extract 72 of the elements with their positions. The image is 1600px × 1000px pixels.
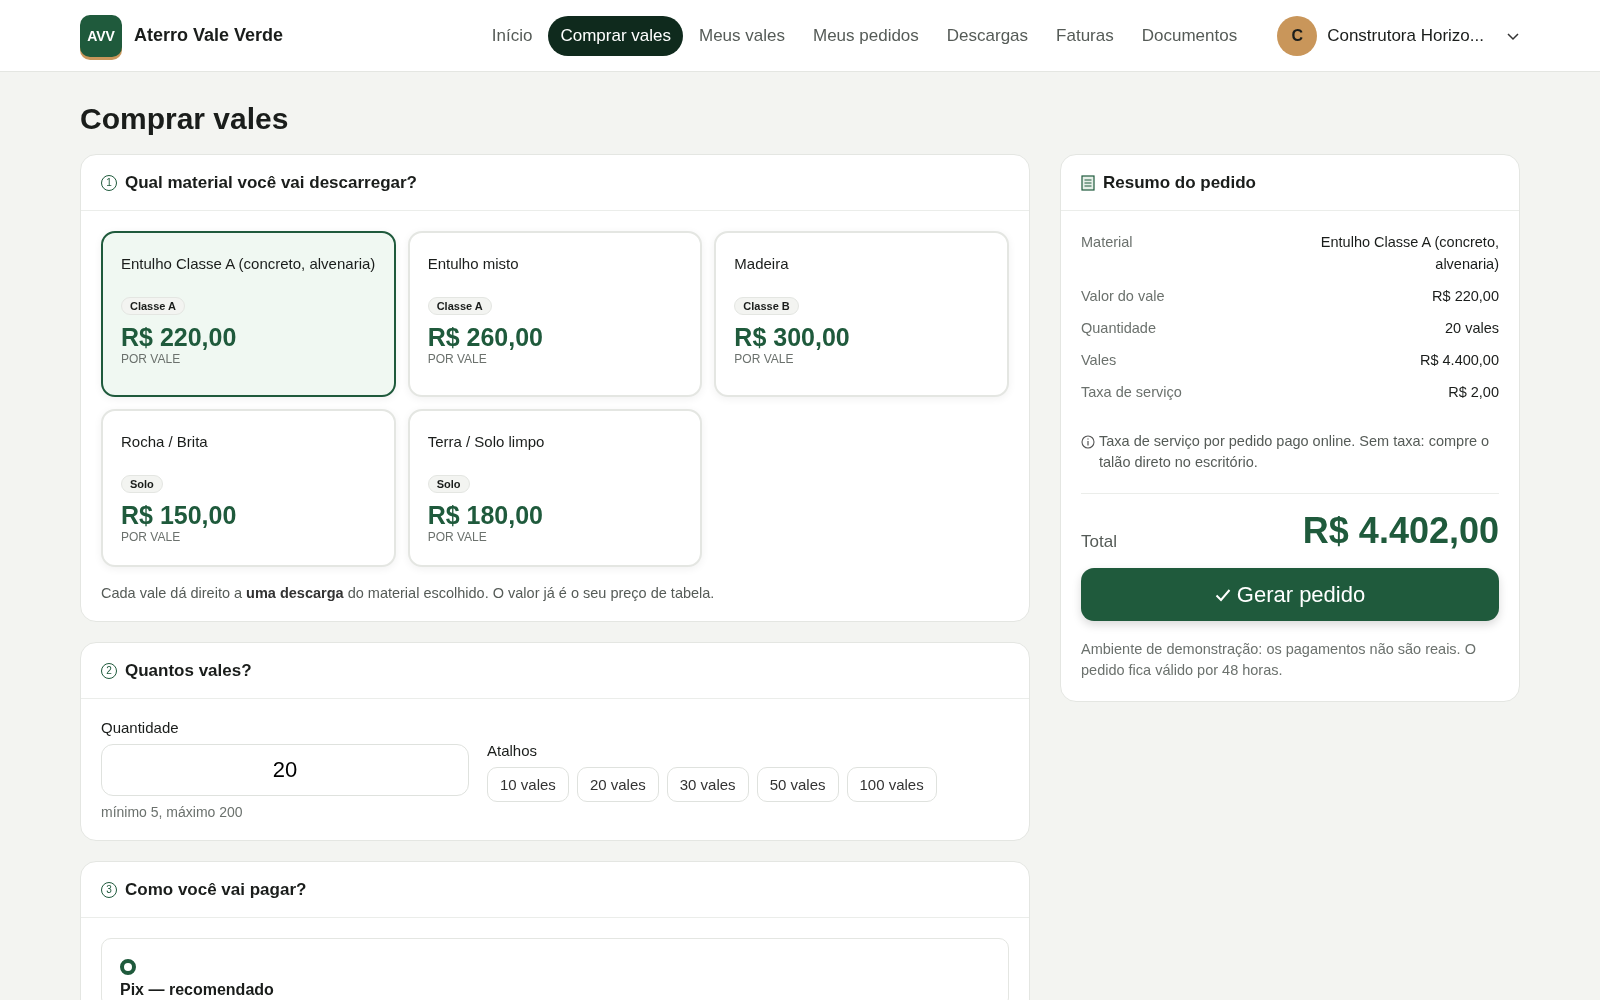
logo[interactable]: AVV	[80, 14, 122, 57]
nav-link[interactable]: Início	[479, 15, 545, 56]
shortcuts-label: Atalhos	[487, 742, 539, 759]
material-option[interactable]: Entulho misto Classe A R$ 260,00 POR VALE	[407, 231, 703, 397]
summary-value: R$ 2,00	[1448, 383, 1499, 402]
price: R$ 180,00	[427, 501, 545, 530]
section-title: Quantos vales?	[125, 660, 252, 681]
class-tag: Classe B	[734, 297, 799, 315]
shortcut-chip[interactable]: 30 vales	[666, 767, 749, 802]
field-label: Quantidade	[101, 719, 180, 736]
material-name: Madeira	[734, 254, 790, 274]
user-avatar[interactable]: C	[1277, 15, 1318, 56]
payment-label: Pix — recomendado	[120, 981, 275, 999]
total-amount: R$ 4.402,00	[1302, 510, 1499, 552]
price: R$ 150,00	[121, 501, 238, 530]
summary-label: Taxa de serviço	[1081, 383, 1182, 402]
shortcut-chip[interactable]: 10 vales	[487, 767, 569, 802]
summary-value: R$ 4.400,00	[1420, 351, 1499, 370]
section-title: Como você vai pagar?	[125, 879, 307, 900]
class-tag: Classe A	[427, 297, 492, 315]
field-hint: mínimo 5, máximo 200	[101, 804, 244, 820]
material-name: Entulho misto	[427, 254, 520, 274]
nav-link[interactable]: Meus vales	[687, 15, 797, 56]
page-title: Comprar vales	[80, 102, 290, 136]
section-title: Qual material você vai descarregar?	[125, 172, 417, 193]
shortcut-chip[interactable]: 20 vales	[576, 767, 659, 802]
nav-link[interactable]: Descargas	[934, 15, 1041, 56]
info-text: Taxa de serviço por pedido pago online. Sem taxa: compre o talão direto no escritório.	[1099, 432, 1491, 472]
summary-label: Quantidade	[1081, 319, 1156, 338]
nav-link[interactable]: Comprar vales	[548, 15, 683, 56]
class-tag: Solo	[427, 475, 470, 493]
material-option[interactable]: Entulho Classe A (concreto, alvenaria) Classe A R$ 220,00 POR VALE	[101, 231, 396, 397]
info-icon	[1081, 435, 1095, 449]
unit-label: POR VALE	[121, 530, 182, 544]
price: R$ 300,00	[734, 323, 851, 352]
payment-option[interactable]: Pix — recomendado	[101, 938, 1009, 1000]
nav-link[interactable]: Documentos	[1129, 15, 1250, 56]
summary-value: 20 vales	[1445, 319, 1499, 338]
total-label: Total	[1081, 532, 1117, 552]
brand-name: Aterro Vale Verde	[134, 25, 284, 46]
check-icon	[1214, 587, 1231, 602]
material-name: Entulho Classe A (concreto, alvenaria)	[121, 254, 376, 274]
generate-order-button[interactable]: Gerar pedido	[1081, 568, 1499, 621]
material-name: Terra / Solo limpo	[427, 432, 546, 452]
shortcut-chip[interactable]: 100 vales	[846, 767, 937, 802]
quantity-field[interactable]: 20	[101, 744, 469, 796]
summary-title: Resumo do pedido	[1103, 172, 1256, 193]
price: R$ 220,00	[121, 323, 238, 352]
footnote-text: Ambiente de demonstração: os pagamentos não são reais. O pedido fica válido por 48 horas.	[1080, 640, 1477, 680]
nav-link[interactable]: Meus pedidos	[800, 15, 931, 56]
unit-label: POR VALE	[734, 352, 795, 366]
summary-value: R$ 220,00	[1432, 287, 1499, 306]
receipt-icon	[1081, 174, 1095, 191]
price: R$ 260,00	[427, 323, 545, 352]
material-option[interactable]: Terra / Solo limpo Solo R$ 180,00 POR VALE	[407, 409, 703, 567]
class-tag: Solo	[121, 475, 163, 493]
material-option[interactable]: Madeira Classe B R$ 300,00 POR VALE	[714, 231, 1009, 397]
radio-button[interactable]	[120, 959, 136, 975]
summary-value: Entulho Classe A (concreto, alvenaria)	[1319, 233, 1499, 274]
note-text: Cada vale dá direito a uma descarga do material escolhido. O valor já é o seu preço de tabela.	[101, 585, 716, 601]
unit-label: POR VALE	[427, 530, 488, 544]
user-name[interactable]: Construtora Horizo...	[1327, 25, 1484, 46]
summary-label: Vales	[1081, 351, 1117, 370]
unit-label: POR VALE	[121, 352, 182, 366]
material-name: Rocha / Brita	[121, 432, 209, 452]
summary-label: Valor do vale	[1081, 287, 1165, 306]
material-option[interactable]: Rocha / Brita Solo R$ 150,00 POR VALE	[101, 409, 396, 567]
class-tag: Classe A	[121, 297, 186, 315]
summary-label: Material	[1081, 233, 1133, 252]
nav-link[interactable]: Faturas	[1044, 15, 1126, 56]
shortcut-chip[interactable]: 50 vales	[756, 767, 839, 802]
unit-label: POR VALE	[427, 352, 488, 366]
